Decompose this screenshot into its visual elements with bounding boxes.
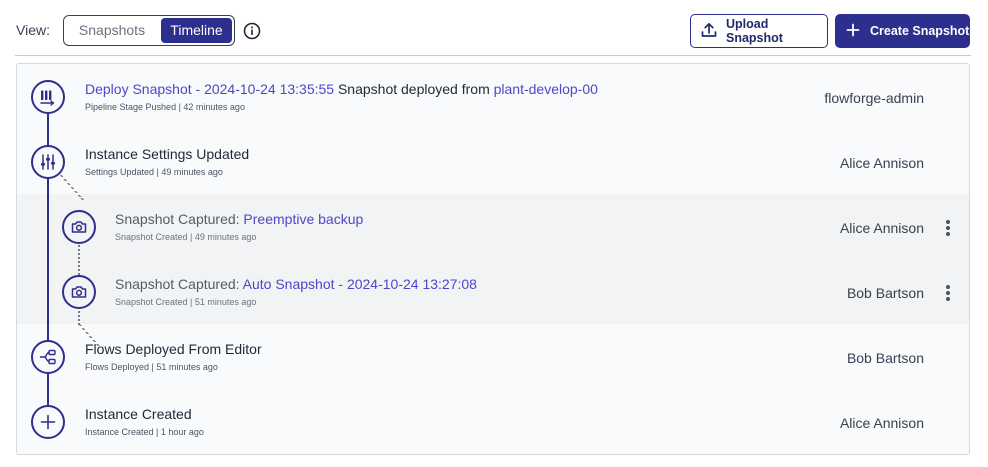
- event-user: Alice Annison: [839, 415, 924, 431]
- pipeline-icon: [31, 80, 65, 114]
- timeline-event: Instance Created Instance Created | 1 ho…: [17, 389, 969, 454]
- timeline-event: Flows Deployed From Editor Flows Deploye…: [17, 324, 969, 389]
- event-user: Alice Annison: [839, 220, 924, 236]
- snapshot-link[interactable]: Deploy Snapshot - 2024-10-24 13:35:55: [85, 81, 334, 97]
- settings-sliders-icon: [31, 145, 65, 179]
- event-title: Flows Deployed From Editor: [85, 341, 262, 357]
- snapshot-link[interactable]: Preemptive backup: [243, 211, 363, 227]
- timeline-event-snapshot: Snapshot Captured: Auto Snapshot - 2024-…: [17, 259, 969, 324]
- view-toggle: Snapshots Timeline: [63, 15, 235, 46]
- toggle-snapshots[interactable]: Snapshots: [67, 18, 157, 43]
- event-title-text: Snapshot Captured:: [115, 276, 243, 292]
- upload-snapshot-button[interactable]: Upload Snapshot: [690, 14, 828, 48]
- event-title: Instance Created: [85, 406, 192, 422]
- event-title-text: Snapshot Captured:: [115, 211, 244, 227]
- snapshot-actions-menu[interactable]: [941, 218, 955, 238]
- info-circle-icon[interactable]: [243, 22, 261, 40]
- camera-icon: [62, 210, 96, 244]
- event-user: flowforge-admin: [824, 90, 924, 106]
- timeline-event: Instance Settings Updated Settings Updat…: [17, 129, 969, 194]
- snapshot-actions-menu[interactable]: [941, 283, 955, 303]
- event-meta: Flows Deployed | 51 minutes ago: [85, 362, 218, 372]
- toolbar-divider: [15, 55, 971, 56]
- upload-snapshot-label: Upload Snapshot: [726, 17, 783, 45]
- timeline-event: Deploy Snapshot - 2024-10-24 13:35:55 Sn…: [17, 64, 969, 129]
- event-title: Deploy Snapshot - 2024-10-24 13:35:55 Sn…: [85, 81, 598, 97]
- upload-icon: [700, 21, 718, 42]
- timeline-event-snapshot: Snapshot Captured: Preemptive backup Sna…: [17, 194, 969, 259]
- event-user: Bob Bartson: [846, 350, 924, 366]
- event-user: Alice Annison: [839, 155, 924, 171]
- create-snapshot-button[interactable]: Create Snapshot: [835, 14, 970, 48]
- event-meta: Settings Updated | 49 minutes ago: [85, 167, 223, 177]
- event-meta: Snapshot Created | 51 minutes ago: [115, 297, 257, 307]
- snapshot-link[interactable]: Auto Snapshot - 2024-10-24 13:27:08: [243, 276, 477, 292]
- event-user: Bob Bartson: [846, 285, 924, 301]
- event-meta: Instance Created | 1 hour ago: [85, 427, 204, 437]
- plus-icon: [31, 405, 65, 439]
- flows-icon: [31, 340, 65, 374]
- event-title: Snapshot Captured: Auto Snapshot - 2024-…: [115, 276, 477, 292]
- view-label: View:: [16, 22, 50, 38]
- toggle-timeline[interactable]: Timeline: [161, 18, 232, 43]
- event-title: Instance Settings Updated: [85, 146, 250, 162]
- plus-icon: [846, 23, 860, 40]
- camera-icon: [62, 275, 96, 309]
- timeline-panel: Deploy Snapshot - 2024-10-24 13:35:55 Sn…: [16, 63, 970, 455]
- pipeline-stage-link[interactable]: plant-develop-00: [494, 81, 598, 97]
- event-title-text: Snapshot deployed from: [334, 81, 494, 97]
- event-meta: Snapshot Created | 49 minutes ago: [115, 232, 257, 242]
- create-snapshot-label: Create Snapshot: [870, 24, 970, 38]
- event-meta: Pipeline Stage Pushed | 42 minutes ago: [85, 102, 245, 112]
- event-title: Snapshot Captured: Preemptive backup: [115, 211, 363, 227]
